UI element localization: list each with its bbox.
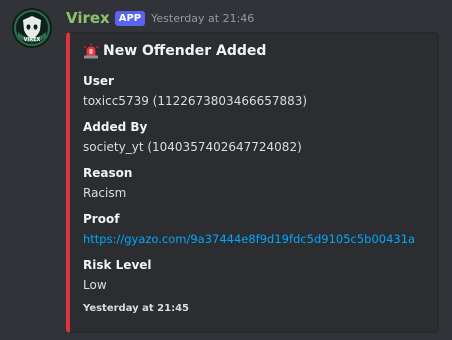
field-user: User toxicc5739 (1122673803466657883) — [83, 73, 307, 109]
rotating-light-icon — [83, 43, 99, 59]
field-value: society_yt (1040357402647724082) — [83, 140, 302, 154]
field-name: Proof — [83, 212, 120, 226]
message-header: Virex APP Yesterday at 21:46 — [66, 8, 254, 28]
proof-link[interactable]: https://gyazo.com/9a37444e8f9d19fdc5d910… — [83, 231, 415, 247]
embed-footer-timestamp: Yesterday at 21:45 — [83, 303, 189, 314]
avatar-text: VIREX — [24, 37, 41, 43]
field-reason: Reason Racism — [83, 165, 132, 201]
field-name: User — [83, 74, 114, 88]
embed-title: New Offender Added — [83, 43, 266, 59]
embed-card: New Offender Added User toxicc5739 (1122… — [66, 32, 439, 333]
field-value: Low — [83, 278, 107, 292]
avatar[interactable]: VIREX — [12, 8, 52, 48]
field-name: Risk Level — [83, 258, 152, 272]
field-risk-level: Risk Level Low — [83, 257, 152, 293]
field-name: Added By — [83, 120, 148, 134]
field-name: Reason — [83, 166, 133, 180]
embed-title-text: New Offender Added — [103, 43, 267, 59]
field-added-by: Added By society_yt (1040357402647724082… — [83, 119, 302, 155]
author-name[interactable]: Virex — [66, 9, 110, 27]
field-value: Racism — [83, 186, 127, 200]
message-timestamp[interactable]: Yesterday at 21:46 — [151, 12, 254, 25]
field-proof: Proof https://gyazo.com/9a37444e8f9d19fd… — [83, 211, 415, 247]
app-badge: APP — [114, 10, 146, 26]
chat-message: VIREX Virex APP Yesterday at 21:46 New O… — [0, 0, 452, 340]
field-value: toxicc5739 (1122673803466657883) — [83, 94, 308, 108]
ghost-shield-icon: VIREX — [12, 8, 52, 48]
